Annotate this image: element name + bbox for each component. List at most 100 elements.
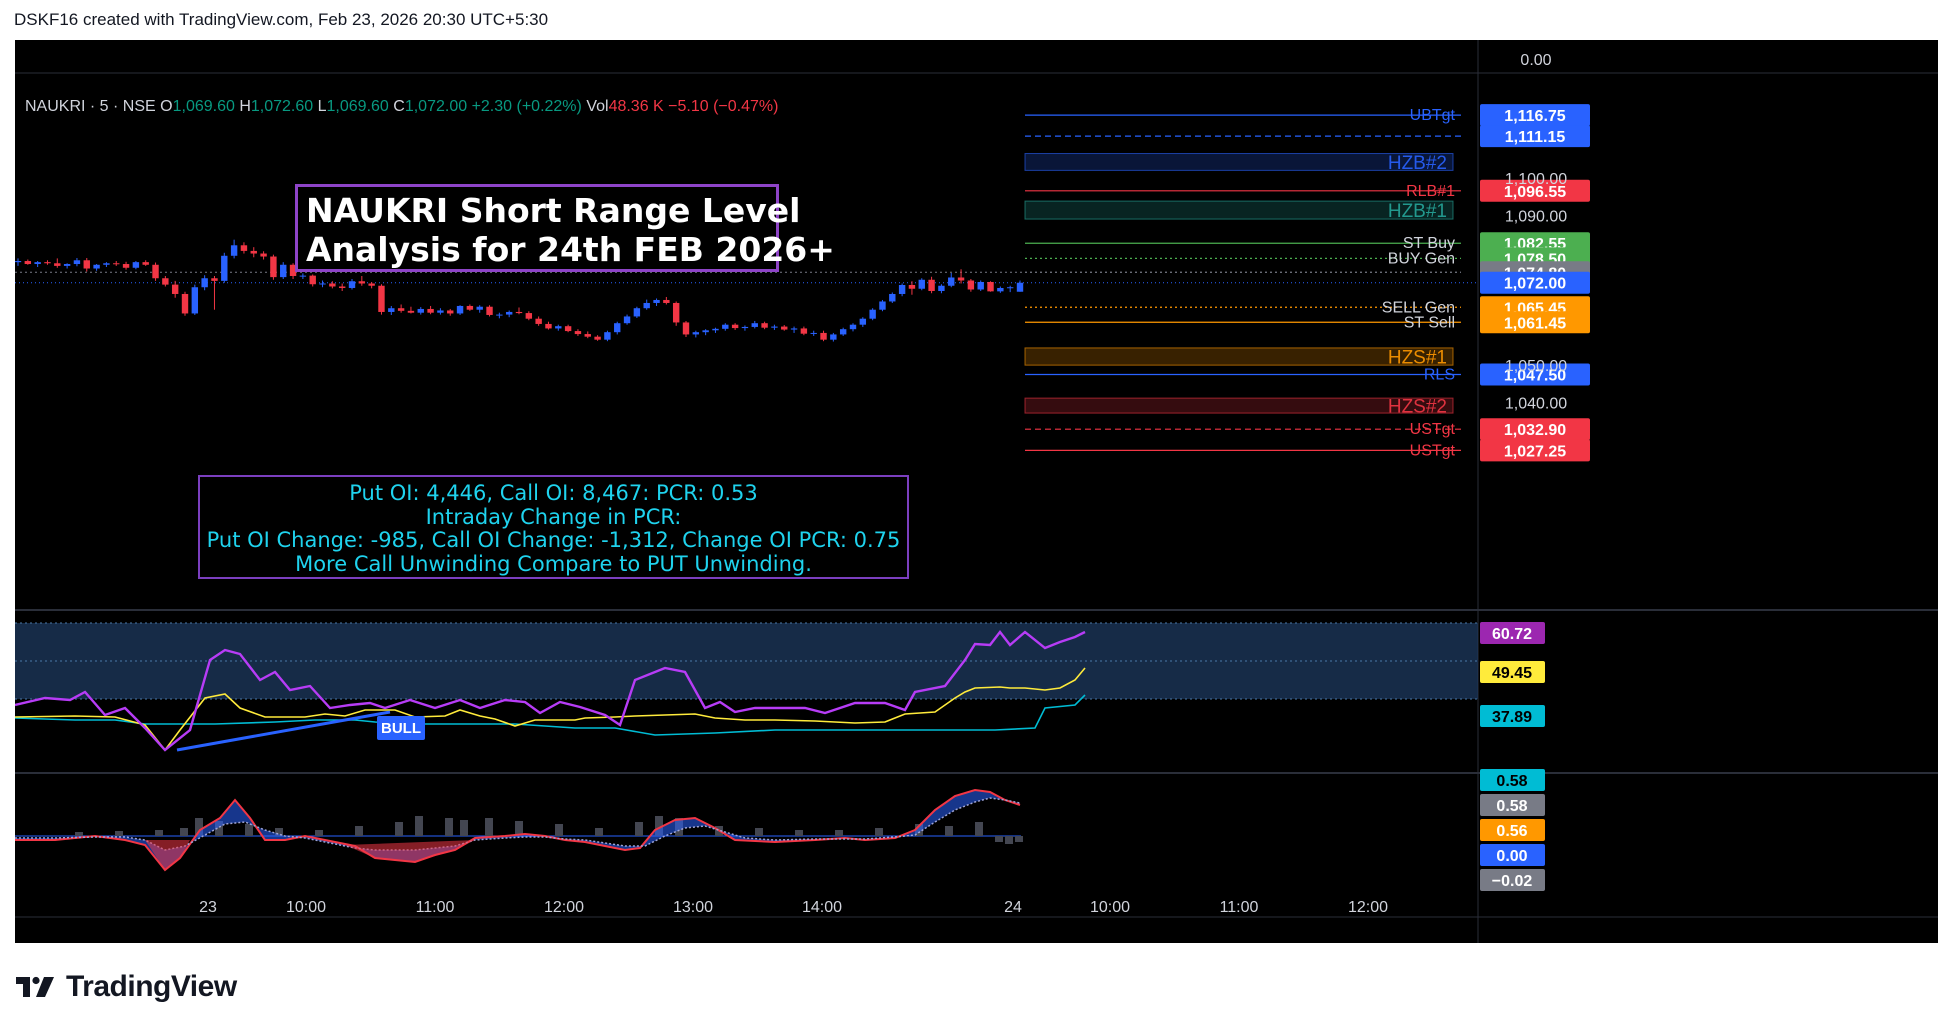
candle-10 <box>113 263 120 265</box>
mom-hist-bar-31 <box>1015 836 1023 842</box>
zone-label-3: HZS#2 <box>1388 397 1447 418</box>
candle-58 <box>584 334 591 337</box>
high-label: H <box>239 98 251 115</box>
candle-30 <box>309 275 316 285</box>
candle-71 <box>712 328 719 331</box>
mom-hist-bar-1 <box>115 831 123 836</box>
candle-40 <box>407 310 415 313</box>
pcr-info-line1: Put OI: 4,446, Call OI: 8,467: PCR: 0.53 <box>349 481 758 505</box>
mom-hist-bar-2 <box>155 830 163 836</box>
candle-15 <box>162 278 169 285</box>
candle-90 <box>898 284 906 294</box>
x-tick-label-1: 10:00 <box>286 899 326 916</box>
candle-70 <box>702 330 709 333</box>
mom-hist-bar-9 <box>355 826 363 836</box>
mom-hist-bar-17 <box>595 828 603 836</box>
candle-101 <box>1006 287 1014 289</box>
candle-31 <box>319 283 326 285</box>
candle-51 <box>515 311 523 314</box>
candle-60 <box>604 332 611 340</box>
x-tick-label-2: 11:00 <box>416 899 455 916</box>
volume-value: 48.36 K <box>609 98 669 115</box>
osc-value-0: 60.72 <box>1492 626 1532 643</box>
mom-value-0: 0.58 <box>1496 773 1527 790</box>
candle-3 <box>44 262 51 264</box>
candle-73 <box>731 324 739 329</box>
level-price-0: 1,116.75 <box>1504 108 1566 125</box>
candle-35 <box>358 281 366 284</box>
candle-96 <box>957 277 965 281</box>
mom-hist-bar-23 <box>795 830 803 836</box>
level-label-8: RLS <box>1424 367 1455 384</box>
candle-17 <box>181 293 189 314</box>
volume-change: −5.10 (−0.47%) <box>668 98 778 115</box>
candle-84 <box>839 329 847 335</box>
candle-74 <box>741 326 749 329</box>
low-value: 1,069.60 <box>327 98 394 115</box>
candle-79 <box>790 328 798 330</box>
candle-82 <box>820 332 827 340</box>
tradingview-logo[interactable]: TradingView <box>16 970 237 1004</box>
candle-98 <box>977 281 984 290</box>
level-label-7: ST Sell <box>1404 314 1455 331</box>
candle-29 <box>299 275 307 277</box>
mom-hist-bar-24 <box>835 830 843 836</box>
candle-7 <box>83 260 90 269</box>
candle-65 <box>653 299 660 303</box>
candle-37 <box>378 285 385 312</box>
mom-hist-bar-29 <box>995 836 1003 842</box>
candle-91 <box>908 284 916 289</box>
candle-38 <box>388 308 395 312</box>
x-tick-label-7: 10:00 <box>1090 899 1130 916</box>
candle-2 <box>34 262 41 265</box>
candle-34 <box>348 281 356 288</box>
x-tick-label-0: 23 <box>199 899 217 916</box>
mom-hist-bar-30 <box>1005 836 1013 844</box>
zone-label-0: HZB#2 <box>1388 153 1447 174</box>
candle-44 <box>447 310 454 314</box>
mom-hist-bar-22 <box>755 828 763 836</box>
candle-85 <box>849 324 857 330</box>
candle-100 <box>997 287 1004 292</box>
candle-45 <box>456 305 464 314</box>
mom-hist-bar-11 <box>415 816 423 836</box>
candle-86 <box>859 318 867 325</box>
tradingview-logo-icon <box>16 976 54 997</box>
level-price-1: 1,111.15 <box>1505 129 1566 146</box>
close-value: 1,072.00 <box>405 98 472 115</box>
candle-59 <box>594 336 601 340</box>
zone-label-1: HZB#1 <box>1388 201 1447 222</box>
candle-99 <box>987 281 994 292</box>
candle-21 <box>221 255 228 281</box>
x-tick-label-5: 14:00 <box>802 899 842 916</box>
open-label: O <box>160 98 172 115</box>
tradingview-brand: TradingView <box>66 970 237 1003</box>
mom-neg-fill-1 <box>345 840 475 862</box>
low-label: L <box>318 98 327 115</box>
candle-43 <box>437 310 444 313</box>
candle-0 <box>14 261 22 263</box>
candle-47 <box>476 306 483 310</box>
osc-line-cyan <box>14 694 1086 736</box>
candle-12 <box>132 262 140 268</box>
osc-value-1: 49.45 <box>1492 665 1532 682</box>
candle-41 <box>417 308 424 313</box>
level-price-10: 1,027.25 <box>1504 443 1566 460</box>
candle-61 <box>614 323 621 333</box>
candle-97 <box>967 280 975 290</box>
candle-78 <box>781 326 788 330</box>
candle-13 <box>142 262 149 265</box>
y-tick-label-1: 1,090.00 <box>1505 208 1567 225</box>
candle-72 <box>722 324 729 329</box>
mom-value-2: 0.56 <box>1496 823 1527 840</box>
candle-39 <box>397 308 405 311</box>
x-tick-label-8: 11:00 <box>1220 899 1259 916</box>
mom-hist-bar-13 <box>460 820 468 836</box>
change-value: +2.30 (+0.22%) <box>472 98 587 115</box>
candle-49 <box>496 314 503 316</box>
candle-55 <box>555 326 562 329</box>
mom-hist-bar-14 <box>485 818 493 836</box>
candle-33 <box>338 286 346 288</box>
candle-48 <box>486 306 493 315</box>
candle-46 <box>466 305 474 310</box>
